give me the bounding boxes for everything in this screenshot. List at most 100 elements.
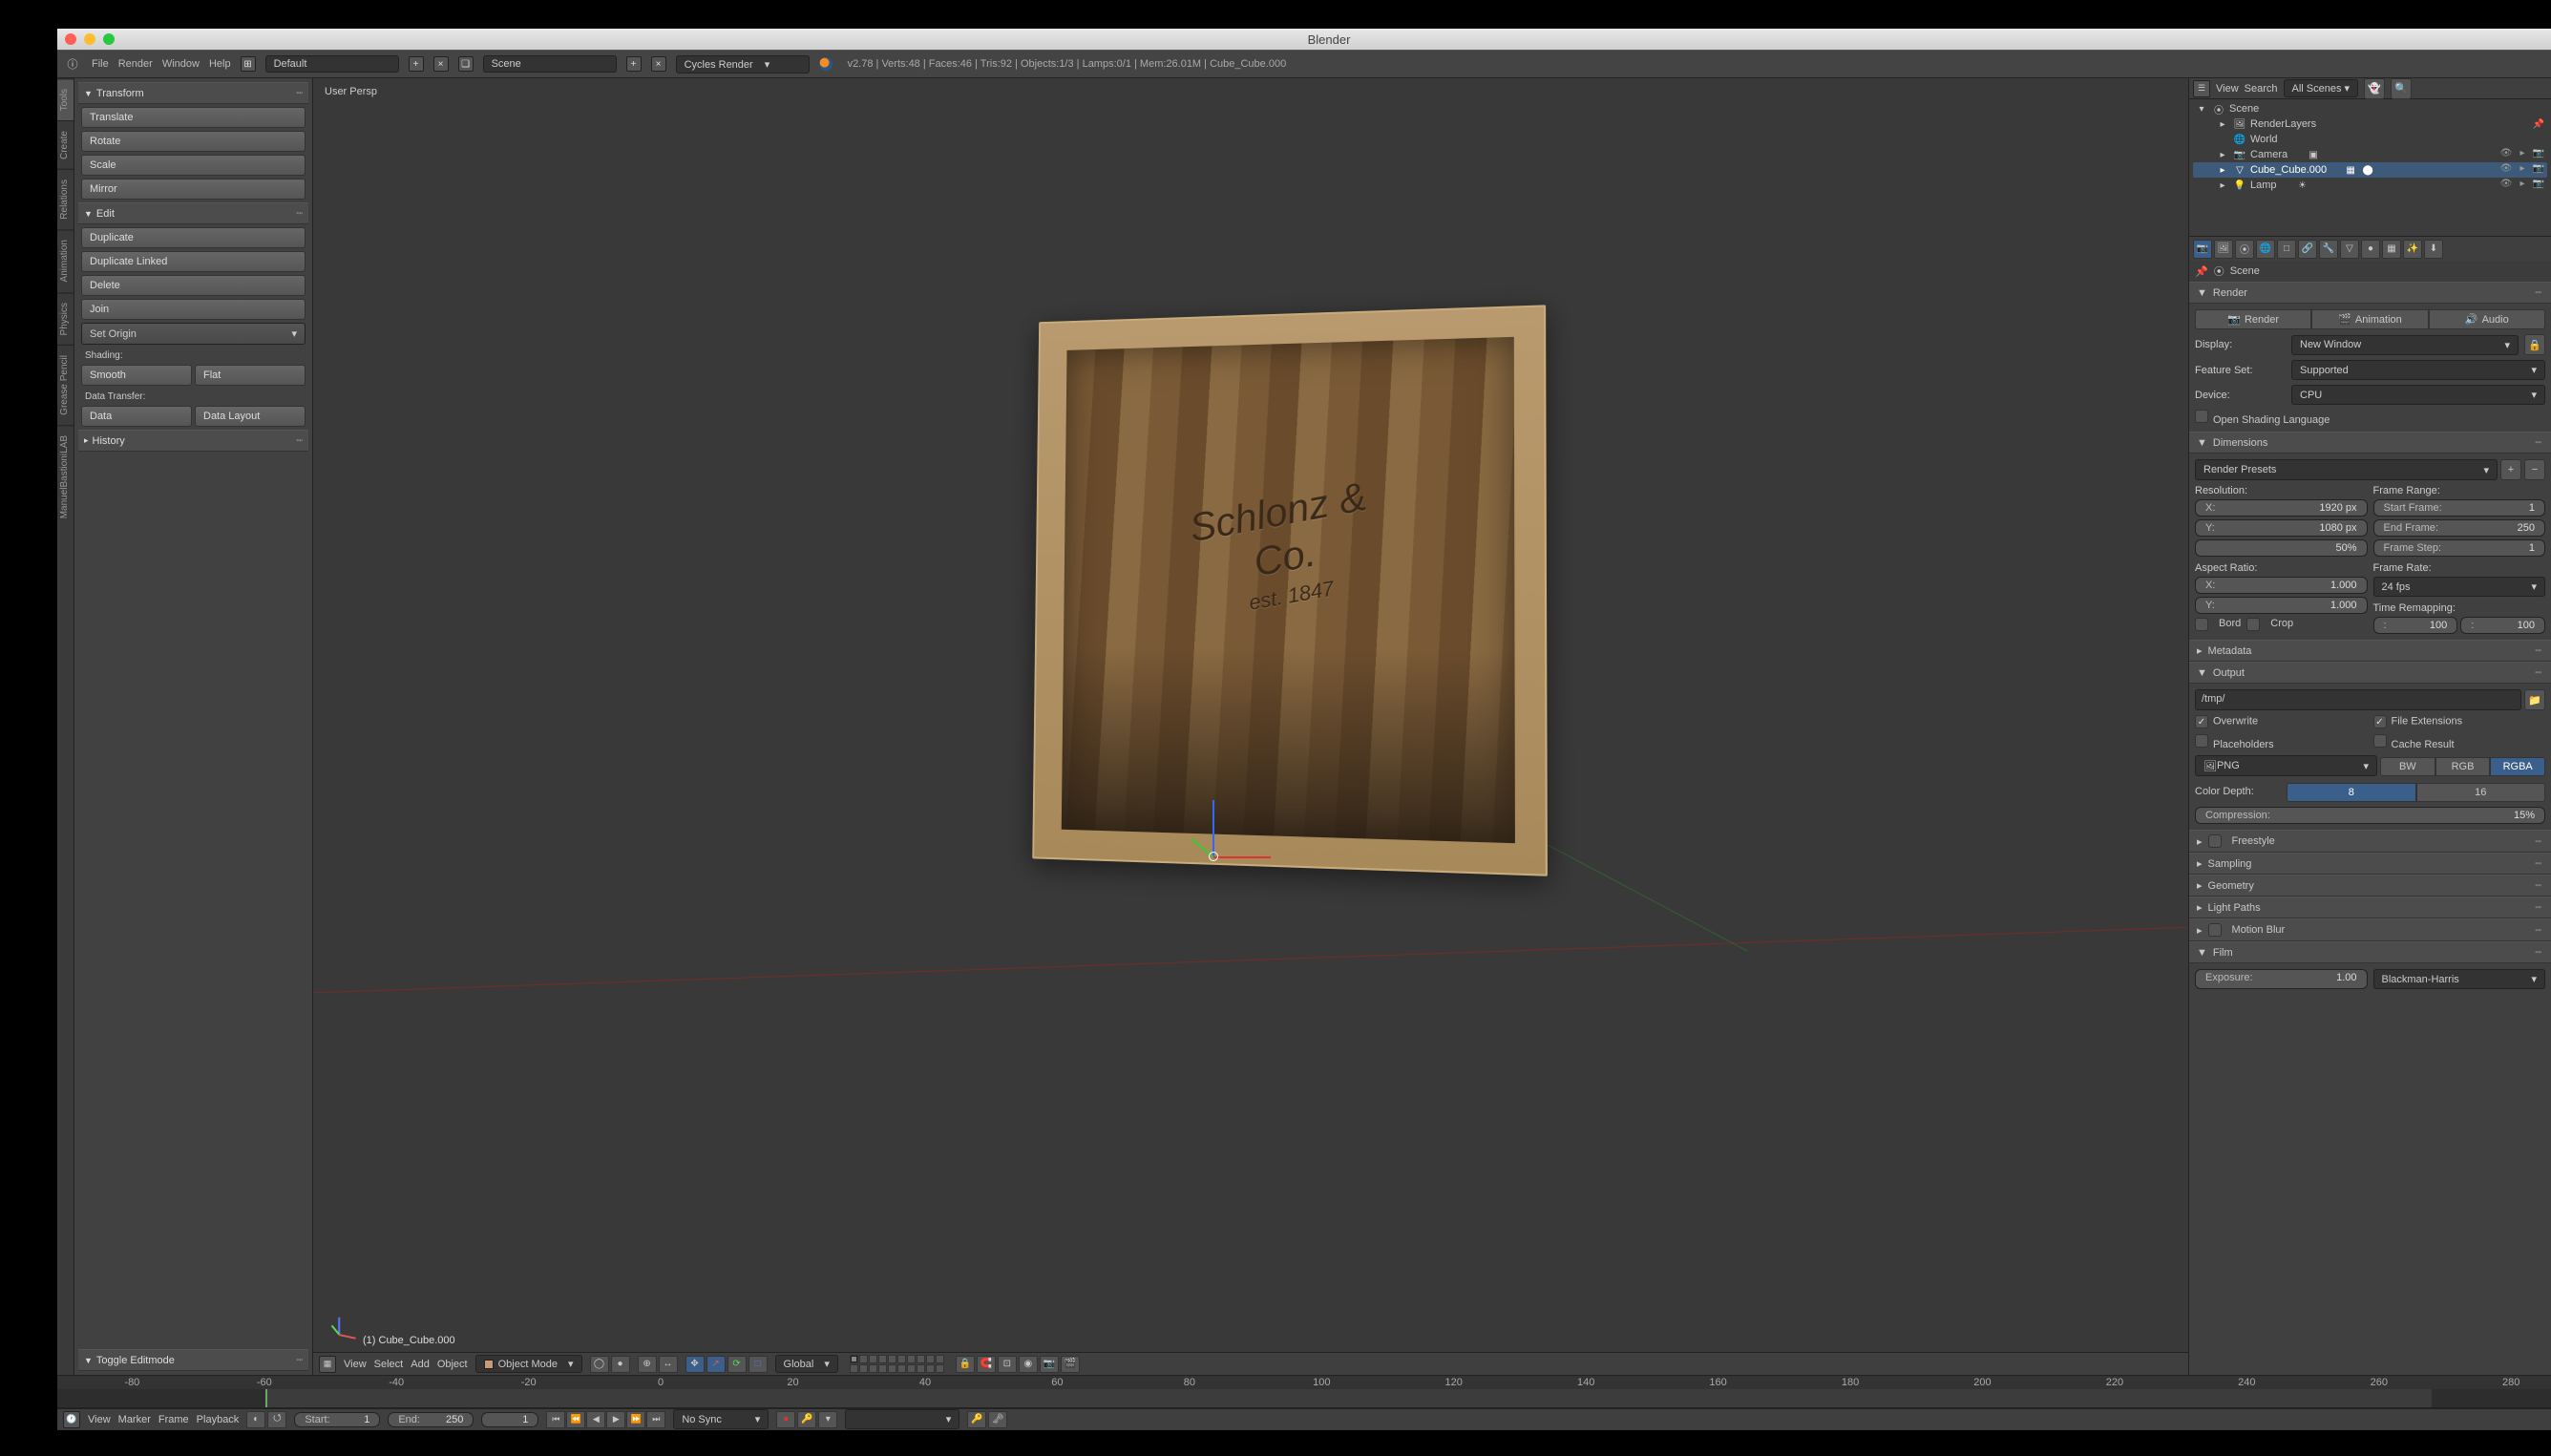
editor-type-3dview-icon[interactable]: ▦ [319, 1356, 336, 1373]
tl-frame-menu[interactable]: Frame [158, 1414, 189, 1425]
tab-tools[interactable]: Tools [57, 78, 74, 120]
tl-view-menu[interactable]: View [88, 1414, 111, 1425]
motionblur-checkbox[interactable] [2208, 923, 2222, 937]
pivot-align-icon[interactable]: ↔ [659, 1356, 678, 1373]
tab-physics-icon[interactable]: ⬇ [2424, 240, 2443, 259]
res-y-field[interactable]: Y:1080 px [2195, 519, 2368, 537]
frame-step-field[interactable]: Frame Step:1 [2373, 539, 2546, 557]
layers-widget[interactable] [850, 1355, 944, 1373]
overwrite-checkbox[interactable] [2195, 715, 2208, 728]
panel-dimensions-header[interactable]: ▼Dimensions┉ [2189, 432, 2551, 454]
scene-browse-icon[interactable]: ❏ [458, 56, 474, 72]
rgb-button[interactable]: RGB [2435, 757, 2491, 776]
play-reverse-icon[interactable]: ◀ [586, 1411, 605, 1428]
layout-remove-icon[interactable]: × [433, 56, 449, 72]
view-menu[interactable]: View [344, 1359, 367, 1370]
scene-remove-icon[interactable]: × [651, 56, 666, 72]
audio-button[interactable]: 🔊Audio [2429, 309, 2545, 329]
placeholders-checkbox[interactable] [2195, 734, 2208, 748]
set-origin-dropdown[interactable]: Set Origin▾ [81, 323, 306, 345]
outliner-filter-dropdown[interactable]: All Scenes ▾ [2284, 79, 2359, 97]
data-layout-button[interactable]: Data Layout [195, 406, 306, 427]
shading-solid-icon[interactable]: ● [611, 1356, 630, 1373]
data-button[interactable]: Data [81, 406, 192, 427]
snap-icon[interactable]: 🧲 [977, 1356, 996, 1373]
minimize-icon[interactable] [84, 33, 95, 45]
tab-render-icon[interactable]: 📷 [2193, 240, 2212, 259]
play-icon[interactable]: ▶ [606, 1411, 625, 1428]
scene-dropdown[interactable]: Scene [483, 55, 617, 73]
render-opengl-anim-icon[interactable]: 🎬 [1061, 1356, 1080, 1373]
pivot-icon[interactable]: ⊕ [638, 1356, 657, 1373]
object-crate[interactable]: Schlonz & Co. est. 1847 [1025, 311, 1541, 865]
menu-render[interactable]: Render [118, 58, 153, 70]
current-frame-field[interactable]: 1 [481, 1412, 538, 1427]
tab-texture-icon[interactable]: ▦ [2382, 240, 2401, 259]
end-field[interactable]: End:250 [388, 1412, 474, 1427]
gizmo-z-axis[interactable] [1212, 800, 1214, 857]
duplicate-button[interactable]: Duplicate [81, 227, 306, 248]
key-delete-icon[interactable]: 🗝 [988, 1411, 1007, 1428]
smooth-button[interactable]: Smooth [81, 365, 192, 386]
panel-transform-header[interactable]: ▼Transform┉ [78, 82, 308, 104]
gizmo-x-axis[interactable] [1213, 856, 1271, 858]
transform-gizmo[interactable] [1213, 856, 1214, 857]
start-field[interactable]: Start:1 [294, 1412, 380, 1427]
remap-old-field[interactable]: :100 [2373, 617, 2458, 634]
freestyle-checkbox[interactable] [2208, 834, 2222, 848]
jump-start-icon[interactable]: ⏮ [546, 1411, 565, 1428]
animation-button[interactable]: 🎬Animation [2311, 309, 2428, 329]
outliner-tree[interactable]: ▾⦿Scene ▸🖼RenderLayers📌 🌐World ▸📷Camera▣… [2189, 99, 2551, 236]
jump-end-icon[interactable]: ⏭ [646, 1411, 665, 1428]
tab-constraints-icon[interactable]: 🔗 [2298, 240, 2317, 259]
tab-create[interactable]: Create [57, 120, 74, 169]
render-opengl-icon[interactable]: 📷 [1040, 1356, 1059, 1373]
scene-add-icon[interactable]: + [626, 56, 642, 72]
tl-playback-menu[interactable]: Playback [197, 1414, 240, 1425]
menu-window[interactable]: Window [162, 58, 200, 70]
remap-new-field[interactable]: :100 [2460, 617, 2545, 634]
panel-history-header[interactable]: ▸History┉ [78, 430, 308, 452]
end-frame-field[interactable]: End Frame:250 [2373, 519, 2546, 537]
start-frame-field[interactable]: Start Frame:1 [2373, 499, 2546, 517]
file-ext-checkbox[interactable] [2373, 715, 2387, 728]
sync-dropdown[interactable]: No Sync▾ [673, 1409, 769, 1429]
duplicate-linked-button[interactable]: Duplicate Linked [81, 251, 306, 272]
keyframe-next-icon[interactable]: ⏩ [626, 1411, 645, 1428]
tab-scene-icon[interactable]: ⦿ [2235, 240, 2254, 259]
layout-browse-icon[interactable]: ⊞ [241, 56, 256, 72]
lock-icon[interactable]: 🔒 [2524, 334, 2545, 355]
keyingset-dropdown[interactable]: ▾ [845, 1409, 959, 1429]
autokey-icon[interactable]: ● [776, 1411, 795, 1428]
shading-wire-icon[interactable]: ◯ [590, 1356, 609, 1373]
output-path-input[interactable]: /tmp/ [2195, 689, 2521, 710]
join-button[interactable]: Join [81, 299, 306, 320]
compression-field[interactable]: Compression:15% [2195, 807, 2545, 824]
editor-type-icon[interactable]: ⓘ [63, 54, 82, 74]
res-pct-field[interactable]: 50% [2195, 539, 2368, 557]
gizmo-origin[interactable] [1209, 852, 1218, 861]
flat-button[interactable]: Flat [195, 365, 306, 386]
crop-checkbox[interactable] [2246, 618, 2260, 631]
tab-physics[interactable]: Physics [57, 292, 74, 345]
render-engine-dropdown[interactable]: Cycles Render▾ [676, 55, 810, 74]
osl-checkbox[interactable] [2195, 410, 2208, 423]
panel-metadata-header[interactable]: ▸Metadata┉ [2189, 640, 2551, 662]
menu-file[interactable]: File [92, 58, 109, 70]
manip-scale-icon[interactable]: □ [748, 1356, 768, 1373]
timeline-canvas[interactable]: -80-60-40-200204060801001201401601802002… [57, 1376, 2551, 1408]
window-controls[interactable] [65, 33, 115, 45]
panel-freestyle-header[interactable]: ▸Freestyle┉ [2189, 830, 2551, 853]
feature-dropdown[interactable]: Supported▾ [2291, 360, 2545, 380]
editor-type-timeline-icon[interactable]: 🕐 [63, 1411, 80, 1428]
depth-16-button[interactable]: 16 [2416, 783, 2546, 802]
exposure-field[interactable]: Exposure:1.00 [2195, 969, 2368, 989]
aspect-y-field[interactable]: Y:1.000 [2195, 597, 2368, 614]
tab-renderlayers-icon[interactable]: 🖼 [2214, 240, 2233, 259]
snap-target-icon[interactable]: ⊡ [998, 1356, 1017, 1373]
tab-grease-pencil[interactable]: Grease Pencil [57, 345, 74, 425]
keying-dropdown-icon[interactable]: ▾ [818, 1411, 837, 1428]
cache-checkbox[interactable] [2373, 734, 2387, 748]
pin-icon[interactable]: 📌 [2195, 265, 2208, 278]
panel-sampling-header[interactable]: ▸Sampling┉ [2189, 853, 2551, 875]
